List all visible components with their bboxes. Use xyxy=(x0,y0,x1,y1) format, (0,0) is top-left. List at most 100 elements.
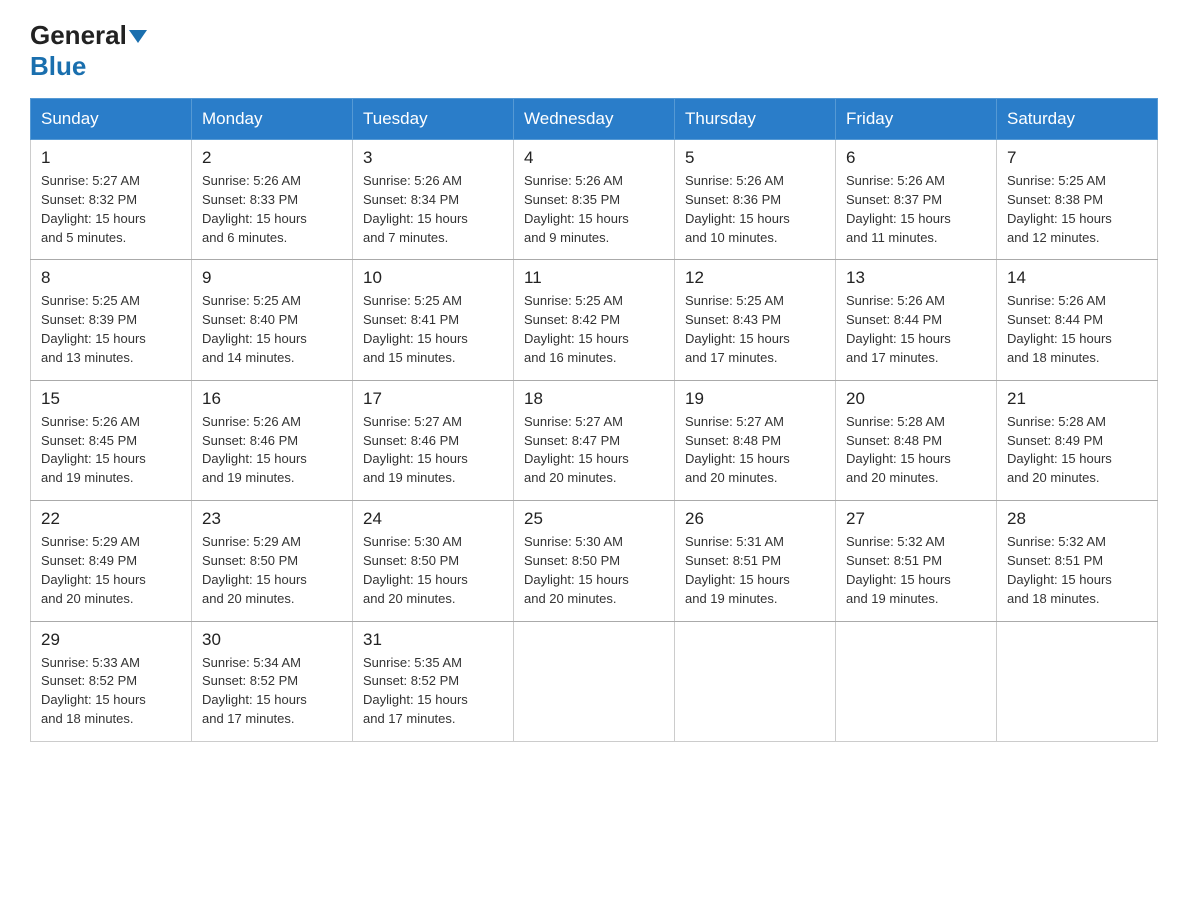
day-number: 12 xyxy=(685,268,825,288)
day-info: Sunrise: 5:35 AM Sunset: 8:52 PM Dayligh… xyxy=(363,654,503,729)
day-number: 17 xyxy=(363,389,503,409)
day-number: 8 xyxy=(41,268,181,288)
day-cell: 6 Sunrise: 5:26 AM Sunset: 8:37 PM Dayli… xyxy=(836,140,997,260)
day-number: 18 xyxy=(524,389,664,409)
logo: General Blue xyxy=(30,20,151,82)
day-number: 31 xyxy=(363,630,503,650)
day-number: 26 xyxy=(685,509,825,529)
week-row-4: 22 Sunrise: 5:29 AM Sunset: 8:49 PM Dayl… xyxy=(31,501,1158,621)
day-cell: 3 Sunrise: 5:26 AM Sunset: 8:34 PM Dayli… xyxy=(353,140,514,260)
day-cell: 30 Sunrise: 5:34 AM Sunset: 8:52 PM Dayl… xyxy=(192,621,353,741)
day-number: 24 xyxy=(363,509,503,529)
day-cell: 29 Sunrise: 5:33 AM Sunset: 8:52 PM Dayl… xyxy=(31,621,192,741)
header-friday: Friday xyxy=(836,99,997,140)
day-cell: 24 Sunrise: 5:30 AM Sunset: 8:50 PM Dayl… xyxy=(353,501,514,621)
day-number: 16 xyxy=(202,389,342,409)
day-cell: 12 Sunrise: 5:25 AM Sunset: 8:43 PM Dayl… xyxy=(675,260,836,380)
day-number: 4 xyxy=(524,148,664,168)
day-number: 10 xyxy=(363,268,503,288)
day-number: 2 xyxy=(202,148,342,168)
day-cell: 31 Sunrise: 5:35 AM Sunset: 8:52 PM Dayl… xyxy=(353,621,514,741)
day-cell: 17 Sunrise: 5:27 AM Sunset: 8:46 PM Dayl… xyxy=(353,380,514,500)
day-cell: 19 Sunrise: 5:27 AM Sunset: 8:48 PM Dayl… xyxy=(675,380,836,500)
day-cell: 21 Sunrise: 5:28 AM Sunset: 8:49 PM Dayl… xyxy=(997,380,1158,500)
day-info: Sunrise: 5:32 AM Sunset: 8:51 PM Dayligh… xyxy=(846,533,986,608)
day-info: Sunrise: 5:28 AM Sunset: 8:49 PM Dayligh… xyxy=(1007,413,1147,488)
day-number: 3 xyxy=(363,148,503,168)
day-cell: 2 Sunrise: 5:26 AM Sunset: 8:33 PM Dayli… xyxy=(192,140,353,260)
day-cell: 1 Sunrise: 5:27 AM Sunset: 8:32 PM Dayli… xyxy=(31,140,192,260)
header-thursday: Thursday xyxy=(675,99,836,140)
day-cell: 5 Sunrise: 5:26 AM Sunset: 8:36 PM Dayli… xyxy=(675,140,836,260)
day-cell: 16 Sunrise: 5:26 AM Sunset: 8:46 PM Dayl… xyxy=(192,380,353,500)
day-cell: 27 Sunrise: 5:32 AM Sunset: 8:51 PM Dayl… xyxy=(836,501,997,621)
day-info: Sunrise: 5:26 AM Sunset: 8:34 PM Dayligh… xyxy=(363,172,503,247)
day-cell xyxy=(997,621,1158,741)
day-info: Sunrise: 5:32 AM Sunset: 8:51 PM Dayligh… xyxy=(1007,533,1147,608)
logo-general: General xyxy=(30,20,127,50)
day-number: 25 xyxy=(524,509,664,529)
calendar-header: SundayMondayTuesdayWednesdayThursdayFrid… xyxy=(31,99,1158,140)
day-cell: 25 Sunrise: 5:30 AM Sunset: 8:50 PM Dayl… xyxy=(514,501,675,621)
day-number: 21 xyxy=(1007,389,1147,409)
day-number: 11 xyxy=(524,268,664,288)
day-cell: 18 Sunrise: 5:27 AM Sunset: 8:47 PM Dayl… xyxy=(514,380,675,500)
day-info: Sunrise: 5:27 AM Sunset: 8:46 PM Dayligh… xyxy=(363,413,503,488)
day-cell: 22 Sunrise: 5:29 AM Sunset: 8:49 PM Dayl… xyxy=(31,501,192,621)
day-info: Sunrise: 5:27 AM Sunset: 8:32 PM Dayligh… xyxy=(41,172,181,247)
day-number: 19 xyxy=(685,389,825,409)
day-info: Sunrise: 5:26 AM Sunset: 8:36 PM Dayligh… xyxy=(685,172,825,247)
logo-triangle-icon xyxy=(129,30,147,43)
day-cell: 10 Sunrise: 5:25 AM Sunset: 8:41 PM Dayl… xyxy=(353,260,514,380)
day-info: Sunrise: 5:26 AM Sunset: 8:35 PM Dayligh… xyxy=(524,172,664,247)
day-info: Sunrise: 5:25 AM Sunset: 8:40 PM Dayligh… xyxy=(202,292,342,367)
day-info: Sunrise: 5:25 AM Sunset: 8:39 PM Dayligh… xyxy=(41,292,181,367)
day-cell: 28 Sunrise: 5:32 AM Sunset: 8:51 PM Dayl… xyxy=(997,501,1158,621)
day-info: Sunrise: 5:25 AM Sunset: 8:43 PM Dayligh… xyxy=(685,292,825,367)
page-header: General Blue xyxy=(30,20,1158,82)
week-row-5: 29 Sunrise: 5:33 AM Sunset: 8:52 PM Dayl… xyxy=(31,621,1158,741)
calendar-body: 1 Sunrise: 5:27 AM Sunset: 8:32 PM Dayli… xyxy=(31,140,1158,742)
week-row-2: 8 Sunrise: 5:25 AM Sunset: 8:39 PM Dayli… xyxy=(31,260,1158,380)
header-row: SundayMondayTuesdayWednesdayThursdayFrid… xyxy=(31,99,1158,140)
calendar-table: SundayMondayTuesdayWednesdayThursdayFrid… xyxy=(30,98,1158,742)
day-cell: 9 Sunrise: 5:25 AM Sunset: 8:40 PM Dayli… xyxy=(192,260,353,380)
day-cell: 14 Sunrise: 5:26 AM Sunset: 8:44 PM Dayl… xyxy=(997,260,1158,380)
header-monday: Monday xyxy=(192,99,353,140)
header-saturday: Saturday xyxy=(997,99,1158,140)
day-info: Sunrise: 5:29 AM Sunset: 8:49 PM Dayligh… xyxy=(41,533,181,608)
day-number: 14 xyxy=(1007,268,1147,288)
day-cell: 11 Sunrise: 5:25 AM Sunset: 8:42 PM Dayl… xyxy=(514,260,675,380)
day-cell: 13 Sunrise: 5:26 AM Sunset: 8:44 PM Dayl… xyxy=(836,260,997,380)
day-cell xyxy=(675,621,836,741)
day-cell: 20 Sunrise: 5:28 AM Sunset: 8:48 PM Dayl… xyxy=(836,380,997,500)
logo-container: General Blue xyxy=(30,20,151,82)
day-info: Sunrise: 5:30 AM Sunset: 8:50 PM Dayligh… xyxy=(363,533,503,608)
day-info: Sunrise: 5:25 AM Sunset: 8:38 PM Dayligh… xyxy=(1007,172,1147,247)
day-info: Sunrise: 5:27 AM Sunset: 8:48 PM Dayligh… xyxy=(685,413,825,488)
logo-shape: General Blue xyxy=(30,20,147,82)
day-info: Sunrise: 5:34 AM Sunset: 8:52 PM Dayligh… xyxy=(202,654,342,729)
day-number: 7 xyxy=(1007,148,1147,168)
header-sunday: Sunday xyxy=(31,99,192,140)
day-info: Sunrise: 5:26 AM Sunset: 8:44 PM Dayligh… xyxy=(846,292,986,367)
day-number: 13 xyxy=(846,268,986,288)
day-number: 20 xyxy=(846,389,986,409)
day-info: Sunrise: 5:26 AM Sunset: 8:44 PM Dayligh… xyxy=(1007,292,1147,367)
day-info: Sunrise: 5:26 AM Sunset: 8:46 PM Dayligh… xyxy=(202,413,342,488)
day-info: Sunrise: 5:33 AM Sunset: 8:52 PM Dayligh… xyxy=(41,654,181,729)
day-number: 28 xyxy=(1007,509,1147,529)
day-info: Sunrise: 5:30 AM Sunset: 8:50 PM Dayligh… xyxy=(524,533,664,608)
header-tuesday: Tuesday xyxy=(353,99,514,140)
day-number: 1 xyxy=(41,148,181,168)
day-cell: 8 Sunrise: 5:25 AM Sunset: 8:39 PM Dayli… xyxy=(31,260,192,380)
day-info: Sunrise: 5:26 AM Sunset: 8:33 PM Dayligh… xyxy=(202,172,342,247)
day-cell xyxy=(514,621,675,741)
day-info: Sunrise: 5:26 AM Sunset: 8:37 PM Dayligh… xyxy=(846,172,986,247)
day-number: 29 xyxy=(41,630,181,650)
day-info: Sunrise: 5:29 AM Sunset: 8:50 PM Dayligh… xyxy=(202,533,342,608)
day-number: 27 xyxy=(846,509,986,529)
week-row-1: 1 Sunrise: 5:27 AM Sunset: 8:32 PM Dayli… xyxy=(31,140,1158,260)
day-number: 15 xyxy=(41,389,181,409)
day-number: 6 xyxy=(846,148,986,168)
